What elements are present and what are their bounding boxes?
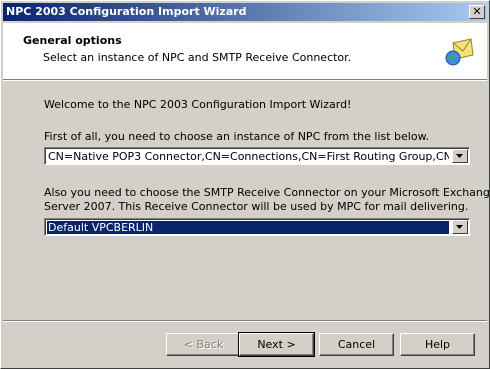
npc-prompt-label: First of all, you need to choose an inst… xyxy=(44,130,430,143)
header-separator xyxy=(3,79,487,81)
smtp-prompt-label-line1: Also you need to choose the SMTP Receive… xyxy=(44,186,490,199)
footer-separator xyxy=(3,320,487,322)
page-title: General options xyxy=(23,34,122,47)
help-button[interactable]: Help xyxy=(400,333,475,356)
close-button[interactable]: ✕ xyxy=(469,5,485,19)
chevron-down-icon xyxy=(456,154,463,158)
smtp-connector-select[interactable]: Default VPCBERLIN xyxy=(44,218,470,236)
npc-instance-dropdown-button[interactable] xyxy=(452,149,468,163)
smtp-connector-value: Default VPCBERLIN xyxy=(47,221,449,234)
chevron-down-icon xyxy=(456,225,463,229)
wizard-header: General options Select an instance of NP… xyxy=(3,23,487,79)
back-button[interactable]: < Back xyxy=(166,333,241,356)
smtp-connector-dropdown-button[interactable] xyxy=(452,220,468,234)
wizard-window: NPC 2003 Configuration Import Wizard ✕ G… xyxy=(0,0,490,369)
page-subtitle: Select an instance of NPC and SMTP Recei… xyxy=(43,51,352,64)
smtp-prompt-label-line2: Server 2007. This Receive Connector will… xyxy=(44,200,469,213)
npc-instance-value: CN=Native POP3 Connector,CN=Connections,… xyxy=(48,150,449,163)
npc-instance-select[interactable]: CN=Native POP3 Connector,CN=Connections,… xyxy=(44,147,470,165)
mail-connector-icon xyxy=(445,38,474,66)
title-bar: NPC 2003 Configuration Import Wizard ✕ xyxy=(3,3,487,21)
next-button[interactable]: Next > xyxy=(238,332,315,357)
welcome-text: Welcome to the NPC 2003 Configuration Im… xyxy=(44,98,352,111)
window-title: NPC 2003 Configuration Import Wizard xyxy=(6,5,247,18)
cancel-button[interactable]: Cancel xyxy=(319,333,394,356)
